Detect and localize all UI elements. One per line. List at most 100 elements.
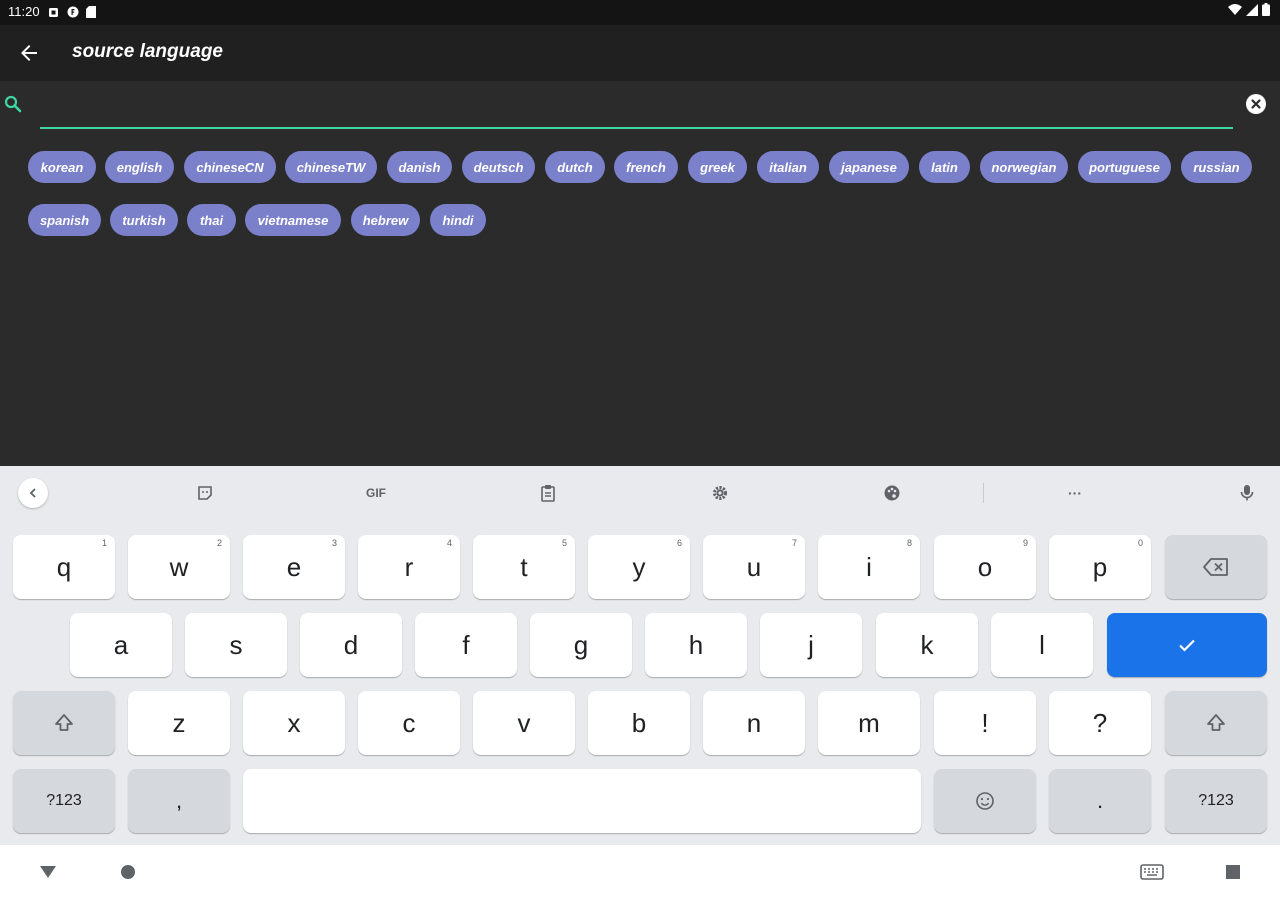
space-key[interactable] — [243, 769, 921, 833]
settings-button[interactable] — [705, 478, 735, 508]
toolbar-separator — [983, 483, 984, 503]
symbols-key-right[interactable]: ?123 — [1165, 769, 1267, 833]
circle-icon — [121, 865, 135, 879]
key-m[interactable]: m — [818, 691, 920, 755]
chip-korean[interactable]: korean — [28, 151, 96, 183]
key-w[interactable]: w2 — [128, 535, 230, 599]
key-i[interactable]: i8 — [818, 535, 920, 599]
clipboard-button[interactable] — [533, 478, 563, 508]
clipboard-icon — [541, 485, 555, 502]
chip-english[interactable]: english — [105, 151, 174, 183]
key-label: w — [169, 551, 189, 582]
key-r[interactable]: r4 — [358, 535, 460, 599]
chip-danish[interactable]: danish — [387, 151, 452, 183]
key-hint: 5 — [561, 538, 567, 548]
comma-key[interactable]: , — [128, 769, 230, 833]
chip-greek[interactable]: greek — [688, 151, 747, 183]
key-f[interactable]: f — [415, 613, 517, 677]
keyboard-switch-button[interactable] — [1139, 859, 1165, 885]
chip-chinesetw[interactable]: chineseTW — [285, 151, 377, 183]
chip-hebrew[interactable]: hebrew — [351, 204, 420, 236]
toolbar-collapse-button[interactable] — [18, 478, 48, 508]
chip-chinesecn[interactable]: chineseCN — [184, 151, 276, 183]
triangle-down-icon — [40, 866, 56, 878]
key-b[interactable]: b — [588, 691, 690, 755]
sticker-icon — [198, 486, 212, 500]
key-p[interactable]: p0 — [1049, 535, 1151, 599]
key-k[interactable]: k — [876, 613, 978, 677]
microphone-icon — [1240, 485, 1254, 501]
key-label: p — [1092, 551, 1108, 582]
key-label: r — [404, 551, 414, 582]
key-label: e — [286, 551, 302, 582]
emoji-key[interactable] — [934, 769, 1036, 833]
key-l[interactable]: l — [991, 613, 1093, 677]
square-icon — [1226, 865, 1240, 879]
theme-button[interactable] — [877, 478, 907, 508]
nav-recents-button[interactable] — [1220, 859, 1246, 885]
backspace-key[interactable] — [1165, 535, 1267, 599]
nav-back-button[interactable] — [35, 859, 61, 885]
chip-vietnamese[interactable]: vietnamese — [245, 204, 341, 236]
key-n[interactable]: n — [703, 691, 805, 755]
chip-thai[interactable]: thai — [187, 204, 236, 236]
chip-italian[interactable]: italian — [757, 151, 819, 183]
key-label: u — [746, 551, 762, 582]
key-e[interactable]: e3 — [243, 535, 345, 599]
key-o[interactable]: o9 — [934, 535, 1036, 599]
key-hint: 1 — [101, 538, 107, 548]
chip-norwegian[interactable]: norwegian — [980, 151, 1068, 183]
chip-dutch[interactable]: dutch — [545, 151, 605, 183]
key-a[interactable]: a — [70, 613, 172, 677]
chip-hindi[interactable]: hindi — [430, 204, 486, 236]
key-label: i — [866, 551, 872, 582]
key-exclamation[interactable]: ! — [934, 691, 1036, 755]
symbols-key-left[interactable]: ?123 — [13, 769, 115, 833]
soft-keyboard: GIF ··· q1 w2 e3 r4 t5 y6 u7 i8 o9 p0 a … — [0, 466, 1280, 845]
period-key[interactable]: . — [1049, 769, 1151, 833]
nav-home-button[interactable] — [115, 859, 141, 885]
more-button[interactable]: ··· — [1060, 478, 1090, 508]
voice-input-button[interactable] — [1232, 478, 1262, 508]
key-v[interactable]: v — [473, 691, 575, 755]
enter-key[interactable] — [1107, 613, 1267, 677]
backspace-icon — [1203, 558, 1228, 576]
keyboard-icon — [1140, 864, 1164, 880]
key-d[interactable]: d — [300, 613, 402, 677]
palette-icon — [884, 485, 900, 501]
key-question[interactable]: ? — [1049, 691, 1151, 755]
key-j[interactable]: j — [760, 613, 862, 677]
chip-deutsch[interactable]: deutsch — [462, 151, 535, 183]
shift-icon — [55, 714, 73, 731]
chip-turkish[interactable]: turkish — [110, 204, 178, 236]
key-q[interactable]: q1 — [13, 535, 115, 599]
key-s[interactable]: s — [185, 613, 287, 677]
chip-portuguese[interactable]: portuguese — [1078, 151, 1171, 183]
gif-button[interactable]: GIF — [361, 478, 391, 508]
shift-key-left[interactable] — [13, 691, 115, 755]
key-c[interactable]: c — [358, 691, 460, 755]
key-h[interactable]: h — [645, 613, 747, 677]
chip-french[interactable]: french — [614, 151, 678, 183]
language-chip-group: korean english chineseCN chineseTW danis… — [0, 0, 1280, 300]
chip-latin[interactable]: latin — [919, 151, 970, 183]
key-x[interactable]: x — [243, 691, 345, 755]
key-t[interactable]: t5 — [473, 535, 575, 599]
key-y[interactable]: y6 — [588, 535, 690, 599]
key-label: y — [632, 551, 646, 582]
key-label: o — [977, 551, 993, 582]
chip-russian[interactable]: russian — [1181, 151, 1252, 183]
key-g[interactable]: g — [530, 613, 632, 677]
key-z[interactable]: z — [128, 691, 230, 755]
key-label: t — [520, 551, 528, 582]
emoji-icon — [976, 792, 994, 810]
shift-key-right[interactable] — [1165, 691, 1267, 755]
sticker-button[interactable] — [190, 478, 220, 508]
key-hint: 2 — [216, 538, 222, 548]
checkmark-icon — [1179, 639, 1195, 652]
gear-icon — [713, 486, 727, 500]
key-hint: 4 — [446, 538, 452, 548]
key-u[interactable]: u7 — [703, 535, 805, 599]
chip-japanese[interactable]: japanese — [829, 151, 909, 183]
chip-spanish[interactable]: spanish — [28, 204, 101, 236]
